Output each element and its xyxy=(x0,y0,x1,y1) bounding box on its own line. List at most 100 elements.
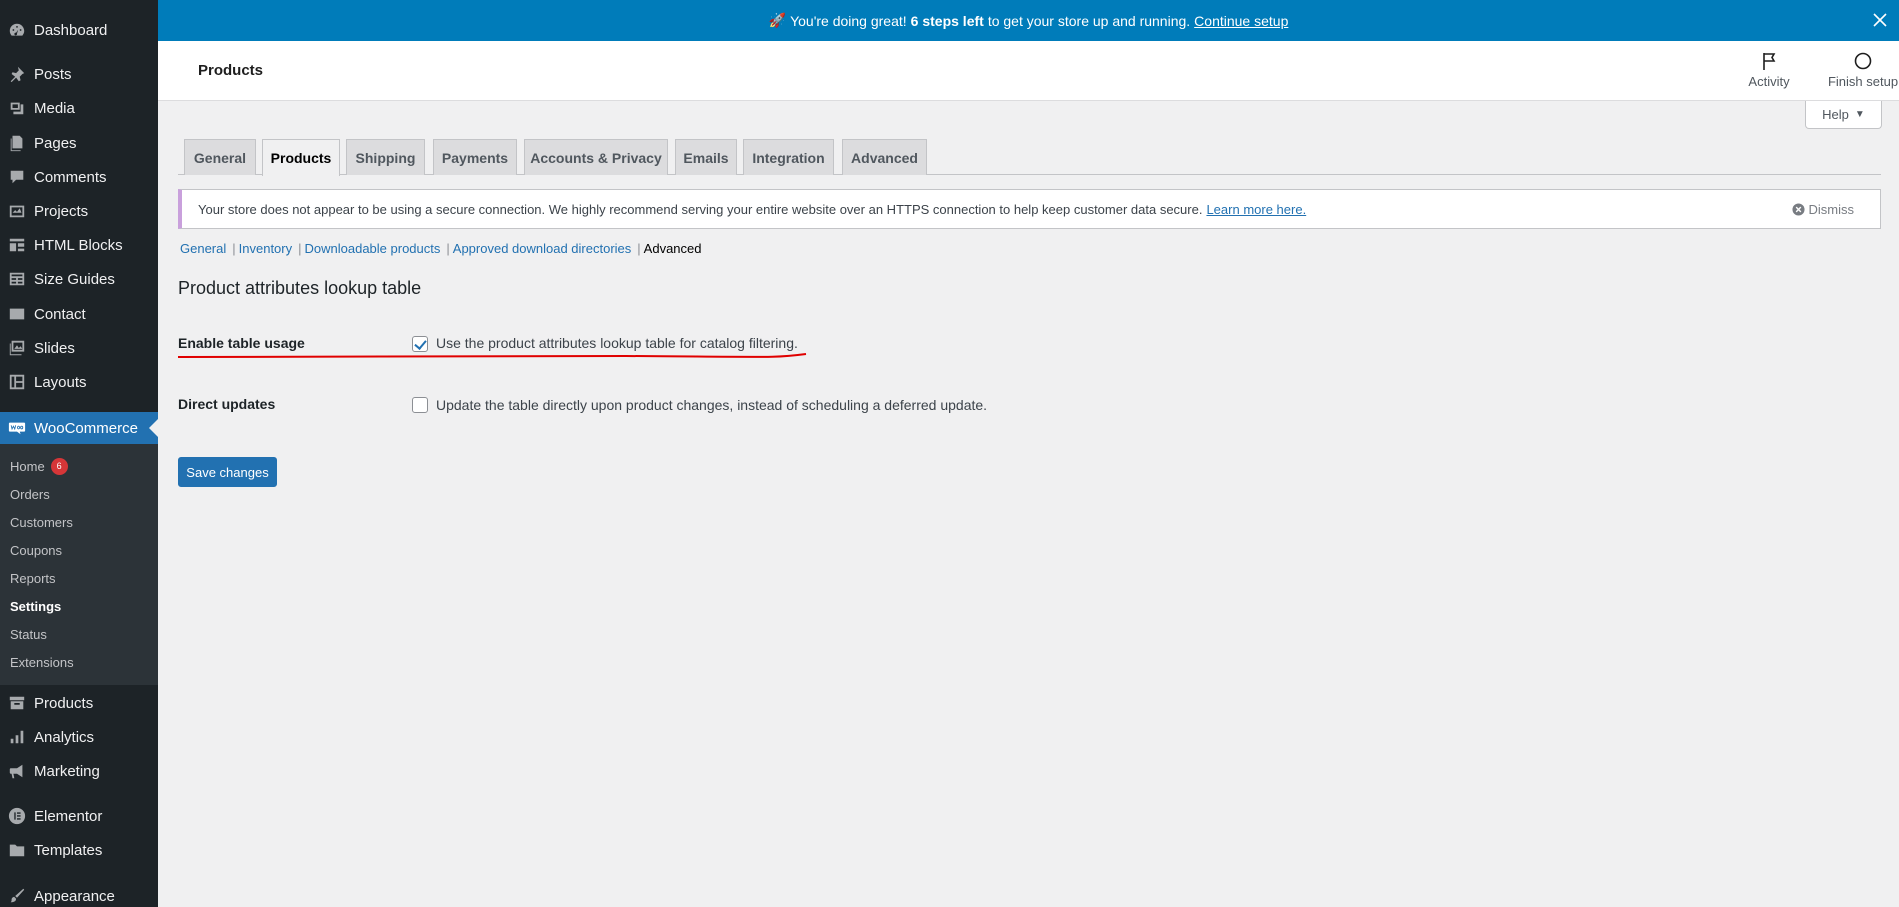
mail-icon xyxy=(8,305,26,323)
activity-button[interactable]: Activity xyxy=(1734,51,1804,89)
menu-label: Appearance xyxy=(34,887,115,905)
menu-posts[interactable]: Posts xyxy=(0,59,158,89)
menu-label: Projects xyxy=(34,202,89,220)
menu-label: Marketing xyxy=(34,762,100,780)
section-title: Product attributes lookup table xyxy=(178,278,422,298)
menu-woocommerce[interactable]: WooCommerce xyxy=(0,412,158,444)
submenu-reports[interactable]: Reports xyxy=(10,568,56,588)
enable-table-usage-description: Use the product attributes lookup table … xyxy=(436,335,798,351)
archive-icon xyxy=(8,694,26,712)
submenu-settings[interactable]: Settings xyxy=(10,596,61,616)
menu-label: Media xyxy=(34,99,75,117)
comments-icon xyxy=(8,168,26,186)
separator: | xyxy=(232,241,236,256)
tab-general[interactable]: General xyxy=(184,139,256,175)
dismiss-button[interactable]: Dismiss xyxy=(1791,202,1854,217)
rocket-icon: 🚀 xyxy=(768,12,787,28)
menu-label: Dashboard xyxy=(34,21,108,39)
menu-appearance[interactable]: Appearance xyxy=(0,881,158,907)
menu-html-blocks[interactable]: HTML Blocks xyxy=(0,230,158,260)
annotation-underline xyxy=(177,353,807,359)
close-circle-icon xyxy=(1791,203,1805,216)
separator: | xyxy=(637,241,641,256)
subnav-advanced[interactable]: Advanced xyxy=(644,241,702,256)
menu-analytics[interactable]: Analytics xyxy=(0,722,158,752)
direct-updates-label: Direct updates xyxy=(178,396,276,412)
subnav-general[interactable]: General xyxy=(180,241,226,256)
menu-templates[interactable]: Templates xyxy=(0,835,158,865)
save-changes-button[interactable]: Save changes xyxy=(178,457,277,487)
menu-layouts[interactable]: Layouts xyxy=(0,367,158,397)
menu-contact[interactable]: Contact xyxy=(0,299,158,329)
tab-payments[interactable]: Payments xyxy=(433,139,517,175)
direct-updates-checkbox[interactable] xyxy=(412,397,428,413)
menu-projects[interactable]: Projects xyxy=(0,196,158,226)
woocommerce-submenu: Home 6 Orders Customers Coupons Reports … xyxy=(0,444,158,685)
topbar-text-after: to get your store up and running. xyxy=(987,12,1191,29)
menu-pages[interactable]: Pages xyxy=(0,128,158,158)
learn-more-link[interactable]: Learn more here. xyxy=(1206,202,1306,217)
dashboard-icon xyxy=(8,21,26,39)
setup-progress-bar: 🚀 You're doing great! 6 steps left to ge… xyxy=(158,0,1899,41)
menu-size-guides[interactable]: Size Guides xyxy=(0,264,158,294)
section-subnav: General | Inventory | Downloadable produ… xyxy=(180,241,702,256)
menu-elementor[interactable]: Elementor xyxy=(0,801,158,831)
https-warning-notice: Your store does not appear to be using a… xyxy=(178,189,1881,229)
tab-integration[interactable]: Integration xyxy=(743,139,834,175)
menu-label: Size Guides xyxy=(34,270,115,288)
enable-table-usage-checkbox[interactable] xyxy=(412,336,428,352)
submenu-coupons[interactable]: Coupons xyxy=(10,540,62,560)
page-header: Products Activity Finish setup xyxy=(158,41,1899,101)
tab-shipping[interactable]: Shipping xyxy=(346,139,425,175)
megaphone-icon xyxy=(8,762,26,780)
page-title: Products xyxy=(198,62,264,79)
menu-comments[interactable]: Comments xyxy=(0,162,158,192)
tab-emails[interactable]: Emails xyxy=(675,139,737,175)
menu-label: Posts xyxy=(34,65,72,83)
finish-setup-button[interactable]: Finish setup xyxy=(1818,51,1899,89)
tab-accounts-privacy[interactable]: Accounts & Privacy xyxy=(524,139,668,175)
folder-icon xyxy=(8,841,26,859)
separator: | xyxy=(446,241,450,256)
media-icon xyxy=(8,99,26,117)
menu-slides[interactable]: Slides xyxy=(0,333,158,363)
menu-label: Pages xyxy=(34,134,77,152)
circle-icon xyxy=(1854,52,1872,70)
menu-label: WooCommerce xyxy=(34,419,138,437)
direct-updates-description: Update the table directly upon product c… xyxy=(436,397,988,413)
submenu-extensions[interactable]: Extensions xyxy=(10,652,74,672)
woo-icon xyxy=(8,419,26,437)
tab-advanced[interactable]: Advanced xyxy=(842,139,927,175)
submenu-orders[interactable]: Orders xyxy=(10,484,50,504)
submenu-home[interactable]: Home 6 xyxy=(10,456,68,476)
elementor-icon xyxy=(8,807,26,825)
admin-sidebar: Dashboard Posts Media Pages Comments Pro… xyxy=(0,0,158,907)
submenu-customers[interactable]: Customers xyxy=(10,512,73,532)
pin-icon xyxy=(8,65,26,83)
menu-label: Analytics xyxy=(34,728,95,746)
grid-icon xyxy=(8,236,26,254)
close-icon[interactable] xyxy=(1869,9,1891,31)
pages-icon xyxy=(8,134,26,152)
layouts-icon xyxy=(8,373,26,391)
submenu-status[interactable]: Status xyxy=(10,624,47,644)
slides-icon xyxy=(8,339,26,357)
flag-icon xyxy=(1763,53,1776,70)
subnav-downloadable-products[interactable]: Downloadable products xyxy=(305,241,441,256)
menu-marketing[interactable]: Marketing xyxy=(0,756,158,786)
help-button[interactable]: Help ▼ xyxy=(1805,101,1882,129)
menu-dashboard[interactable]: Dashboard xyxy=(0,15,158,45)
continue-setup-link[interactable]: Continue setup xyxy=(1194,13,1288,29)
menu-label: Contact xyxy=(34,305,86,323)
subnav-inventory[interactable]: Inventory xyxy=(239,241,292,256)
menu-products[interactable]: Products xyxy=(0,688,158,718)
menu-label: Elementor xyxy=(34,807,103,825)
menu-media[interactable]: Media xyxy=(0,93,158,123)
subnav-approved-directories[interactable]: Approved download directories xyxy=(453,241,632,256)
tab-products[interactable]: Products xyxy=(262,139,340,176)
topbar-text: You're doing great! xyxy=(790,12,907,29)
table-icon xyxy=(8,270,26,288)
steps-left: 6 steps left xyxy=(910,12,984,29)
menu-label: Comments xyxy=(34,168,107,186)
menu-label: Products xyxy=(34,694,94,712)
